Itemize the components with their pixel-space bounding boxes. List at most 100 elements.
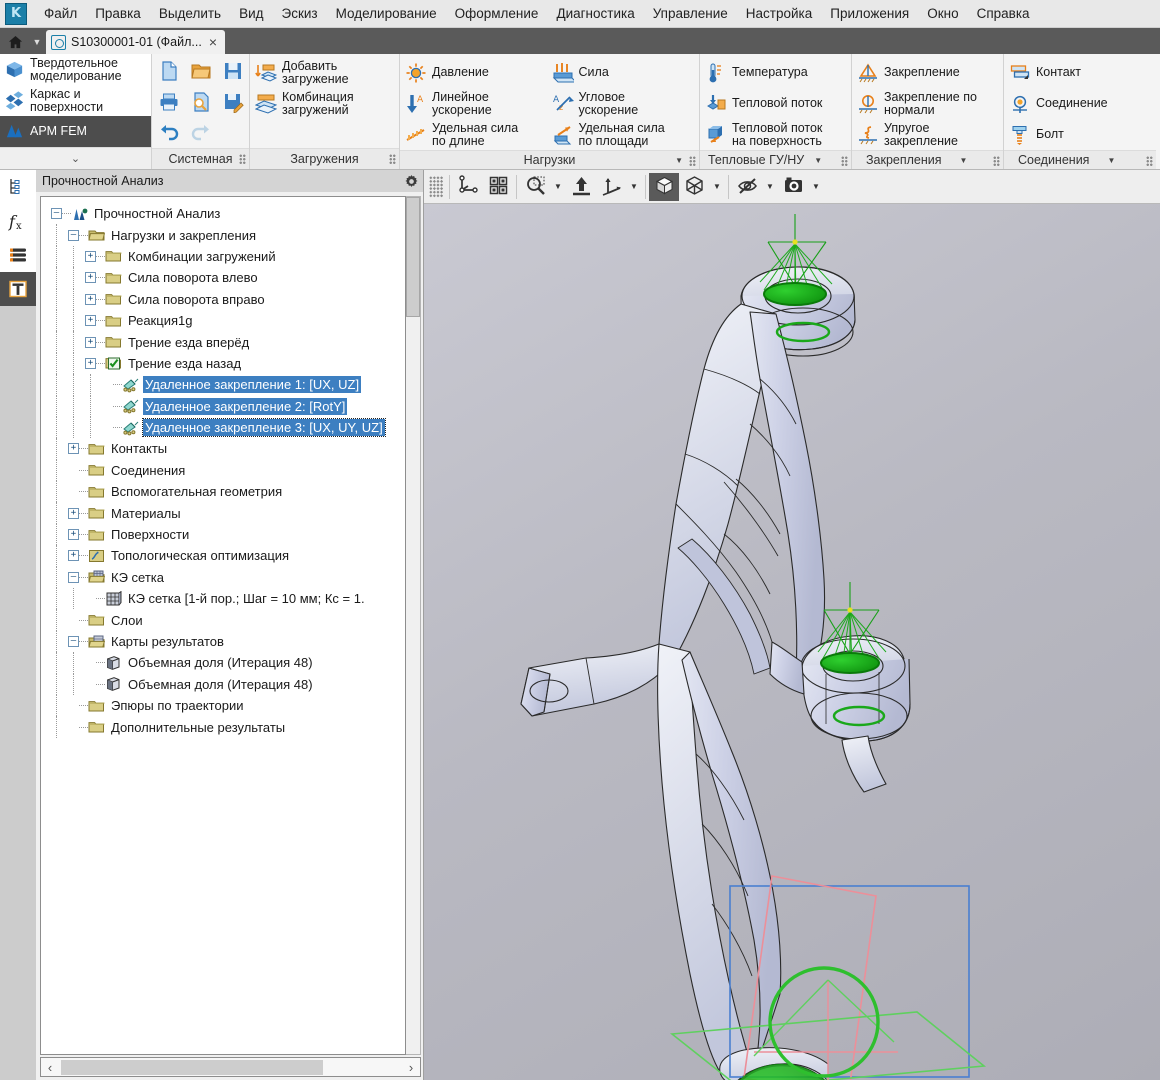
elastic-restraint-button[interactable]: Упругое закрепление [854,119,982,150]
tree-node[interactable]: Соединения [51,459,405,482]
tree-node[interactable]: Удаленное закрепление 3: [UX, UY, UZ] [51,416,405,439]
force-button[interactable]: Сила [549,57,697,88]
kompas-logo-icon[interactable]: K [5,2,27,25]
combine-loadcase-button[interactable]: Комбинация загружений [252,88,359,119]
restraint-button[interactable]: Закрепление [854,57,982,88]
undo-icon[interactable] [153,117,185,148]
tree-node[interactable]: + Контакты [51,438,405,460]
scroll-right-arrow-icon[interactable]: › [402,1060,420,1075]
grip-dots-icon[interactable] [1146,156,1153,167]
wireframe-button[interactable] [679,173,709,201]
menu-settings[interactable]: Настройка [737,2,821,25]
scrollbar-thumb[interactable] [406,197,420,317]
expand-plus-icon[interactable]: + [68,550,79,562]
menu-diagnostics[interactable]: Диагностика [547,2,643,25]
scrollbar-thumb[interactable] [61,1060,323,1075]
grip-dots-icon[interactable] [389,154,396,165]
chevron-down-icon[interactable]: ▼ [28,30,46,54]
model-viewport[interactable]: Y X Z [424,204,1160,1080]
tree-node[interactable]: + Топологическая оптимизация [51,545,405,567]
scrollbar-track[interactable] [59,1059,402,1075]
tree-node[interactable]: + Сила поворота вправо [51,288,405,310]
gear-icon[interactable] [404,174,419,189]
tree-node[interactable]: – Нагрузки и закрепления [51,224,405,246]
shaded-with-edges-button[interactable] [649,172,679,201]
tree-node[interactable]: + Поверхности [51,523,405,546]
scroll-left-arrow-icon[interactable]: ‹ [41,1060,59,1075]
zoom-window-button[interactable] [520,173,550,201]
camera-button[interactable] [778,173,808,201]
expand-plus-icon[interactable]: + [85,357,96,369]
expand-plus-icon[interactable]: + [68,529,79,541]
contact-button[interactable]: Контакт [1006,57,1113,88]
expand-plus-icon[interactable]: + [85,315,96,327]
menu-manage[interactable]: Управление [644,2,737,25]
camera-dropdown[interactable]: ▼ [808,173,824,201]
expand-plus-icon[interactable]: + [85,250,96,262]
tree-vertical-scrollbar[interactable] [406,196,421,1055]
print-icon[interactable] [153,86,185,117]
tree-node[interactable]: + Сила поворота влево [51,267,405,289]
home-icon[interactable] [2,30,28,54]
display-mode-dropdown[interactable]: ▼ [709,173,725,201]
tree-scroll-area[interactable]: – Прочностной Анализ – Нагрузки и закреплен… [40,196,406,1055]
temperature-button[interactable]: Температура [702,57,827,88]
save-icon[interactable] [217,55,249,86]
collapse-minus-icon[interactable]: – [68,636,79,647]
tree-node[interactable]: + Трение езда назад [51,352,405,375]
tree-node[interactable]: Объемная доля (Итерация 48) [51,652,405,674]
collapse-minus-icon[interactable]: – [68,229,79,241]
grip-dots-icon[interactable] [429,175,443,198]
tree-node[interactable]: + Комбинации загружений [51,245,405,268]
chevron-down-icon[interactable]: ▼ [1107,156,1115,165]
add-loadcase-button[interactable]: Добавить загружение [252,57,359,88]
zoom-dropdown[interactable]: ▼ [550,173,566,201]
modes-more-chevron-icon[interactable]: ⌄ [0,147,151,169]
new-document-icon[interactable] [153,55,185,86]
tree-node[interactable]: – КЭ сетка [51,566,405,589]
save-as-icon[interactable] [217,86,249,117]
expand-plus-icon[interactable]: + [68,443,79,455]
menu-sketch[interactable]: Эскиз [273,2,327,25]
heat-flux-button[interactable]: Тепловой поток [702,88,827,119]
tree-node[interactable]: – Карты результатов [51,630,405,653]
chevron-down-icon[interactable]: ▼ [675,156,683,165]
collapse-minus-icon[interactable]: – [51,208,62,220]
tree-node[interactable]: + Материалы [51,502,405,524]
menu-applications[interactable]: Приложения [821,2,918,25]
chevron-down-icon[interactable]: ▼ [960,156,968,165]
redo-icon[interactable] [185,117,217,148]
expand-plus-icon[interactable]: + [85,293,96,305]
mode-wireframe-surfaces[interactable]: Каркас и поверхности [0,85,151,116]
tree-node[interactable]: Вспомогательная геометрия [51,481,405,503]
variables-fx-icon[interactable]: fx [0,204,36,238]
tree-horizontal-scrollbar[interactable]: ‹ › [40,1057,421,1077]
expand-plus-icon[interactable]: + [85,272,96,284]
force-per-length-button[interactable]: Удельная сила по длине [402,119,549,150]
menu-view[interactable]: Вид [230,2,272,25]
menu-window[interactable]: Окно [918,2,967,25]
menu-edit[interactable]: Правка [86,2,150,25]
surface-heat-flux-button[interactable]: Тепловой поток на поверхность [702,119,827,150]
menu-modeling[interactable]: Моделирование [327,2,446,25]
open-folder-icon[interactable] [185,55,217,86]
strength-analysis-panel-icon[interactable] [0,272,36,306]
axonometry-button[interactable] [596,173,626,201]
collapse-minus-icon[interactable]: – [68,571,79,583]
menu-file[interactable]: Файл [35,2,86,25]
menu-select[interactable]: Выделить [150,2,230,25]
tree-node[interactable]: Объемная доля (Итерация 48) [51,673,405,695]
grip-dots-icon[interactable] [239,154,246,165]
linear-acceleration-button[interactable]: A Линейное ускорение [402,88,549,119]
normal-restraint-button[interactable]: Закрепление по нормали [854,88,982,119]
force-per-area-button[interactable]: Удельная сила по площади [549,119,697,150]
grip-dots-icon[interactable] [993,156,1000,167]
menu-formatting[interactable]: Оформление [446,2,548,25]
tree-node[interactable]: Слои [51,609,405,631]
tree-node[interactable]: КЭ сетка [1-й пор.; Шаг = 10 мм; Кс = 1. [51,588,405,610]
pressure-button[interactable]: Давление [402,57,549,88]
layers-list-icon[interactable] [0,238,36,272]
expand-plus-icon[interactable]: + [85,336,96,348]
tree-node[interactable]: Удаленное закрепление 2: [RotY] [51,395,405,417]
mode-apm-fem[interactable]: APM FEM [0,116,151,147]
